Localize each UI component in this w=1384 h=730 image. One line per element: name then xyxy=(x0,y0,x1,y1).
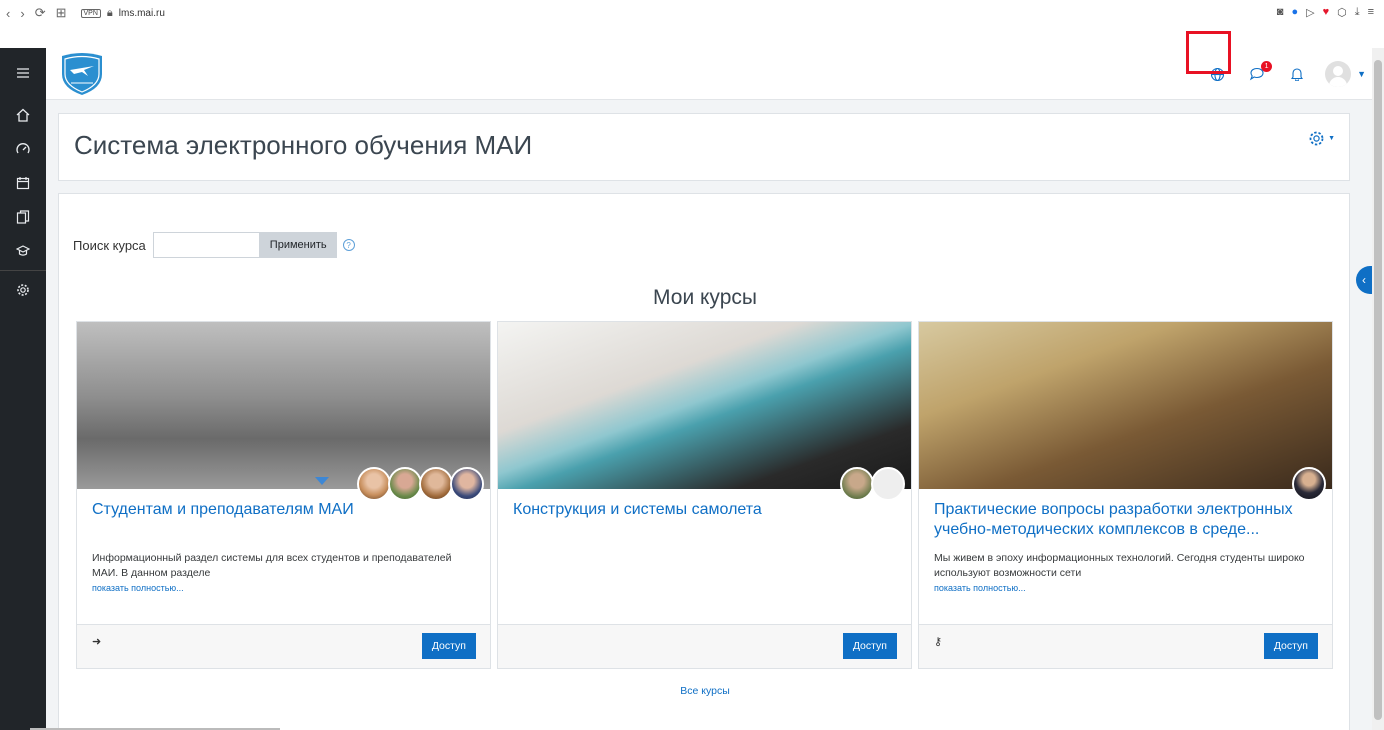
courses-icon[interactable] xyxy=(0,234,46,268)
heart-icon[interactable]: ♥ xyxy=(1323,6,1330,19)
course-summary: Информационный раздел системы для всех с… xyxy=(92,552,452,579)
cube-icon[interactable]: ⬡ xyxy=(1337,6,1347,19)
drawer-divider xyxy=(0,270,46,271)
messages-highlight-box xyxy=(1186,31,1231,74)
teacher-avatar[interactable] xyxy=(419,467,453,501)
menu-icon[interactable] xyxy=(0,48,46,98)
page-header: Система электронного обучения МАИ ▼ xyxy=(58,113,1350,181)
course-title[interactable]: Конструкция и системы самолета xyxy=(513,500,898,520)
course-description: Мы живем в эпоху информационных технолог… xyxy=(934,551,1319,596)
browser-grid-button[interactable]: ⊞ xyxy=(56,5,67,21)
course-title[interactable]: Практические вопросы разработки электрон… xyxy=(934,500,1319,540)
top-navbar: 1 ▼ xyxy=(46,48,1372,100)
course-card: Практические вопросы разработки электрон… xyxy=(918,321,1333,669)
course-description: Информационный раздел системы для всех с… xyxy=(92,551,477,596)
self-enrol-icon: ➜ xyxy=(92,636,102,648)
access-button[interactable]: Доступ xyxy=(421,633,476,659)
course-image[interactable] xyxy=(77,322,490,489)
shield-icon[interactable]: ● xyxy=(1291,6,1298,19)
course-search: Поиск курса Применить ? xyxy=(73,232,355,258)
dashboard-icon[interactable] xyxy=(0,132,46,166)
show-more-link[interactable]: показать полностью... xyxy=(934,581,1319,596)
course-card: Конструкция и системы самолета Доступ xyxy=(497,321,912,669)
section-title: Мои курсы xyxy=(653,286,757,309)
teacher-avatar[interactable] xyxy=(1292,467,1326,501)
course-footer: ➜ Доступ xyxy=(77,624,490,668)
send-icon[interactable]: ▷ xyxy=(1306,6,1314,19)
help-icon[interactable]: ? xyxy=(342,239,355,251)
lock-icon: 🔒︎ xyxy=(106,6,113,19)
all-courses-link[interactable]: Все курсы xyxy=(59,685,1351,697)
teacher-avatar[interactable] xyxy=(840,467,874,501)
page-settings-menu[interactable]: ▼ xyxy=(1308,130,1335,147)
page-title: Система электронного обучения МАИ xyxy=(74,130,533,160)
home-icon[interactable] xyxy=(0,98,46,132)
browser-menu-icon[interactable]: ≡ xyxy=(1368,6,1374,19)
browser-forward-button[interactable]: › xyxy=(20,6,24,21)
course-footer: Доступ xyxy=(498,624,911,668)
messages-button[interactable]: 1 xyxy=(1239,56,1275,92)
course-teachers xyxy=(357,467,484,501)
access-button[interactable]: Доступ xyxy=(842,633,897,659)
browser-back-button[interactable]: ‹ xyxy=(6,6,10,21)
course-search-input[interactable] xyxy=(152,232,260,258)
scrollbar-thumb[interactable] xyxy=(1374,60,1382,720)
vpn-badge[interactable]: VPN xyxy=(80,8,101,18)
user-avatar[interactable] xyxy=(1325,61,1352,87)
course-image[interactable] xyxy=(498,322,911,489)
calendar-icon[interactable] xyxy=(0,166,46,200)
content-region: Поиск курса Применить ? Мои курсы Студен… xyxy=(58,193,1350,730)
gear-icon xyxy=(1309,131,1324,146)
page-scrollbar[interactable] xyxy=(1372,48,1384,730)
access-button[interactable]: Доступ xyxy=(1263,633,1318,659)
download-icon[interactable]: ⤓ xyxy=(1355,6,1360,19)
bell-icon[interactable] xyxy=(1279,56,1315,92)
browser-reload-button[interactable]: ⟳ xyxy=(35,5,46,21)
show-more-link[interactable]: показать полностью... xyxy=(92,581,477,596)
mai-logo[interactable] xyxy=(58,52,106,96)
user-menu-caret-icon[interactable]: ▼ xyxy=(1357,69,1366,79)
key-icon: ⚷ xyxy=(934,636,943,648)
course-title[interactable]: Студентам и преподавателям МАИ xyxy=(92,500,477,520)
chevron-down-icon: ▼ xyxy=(1328,135,1335,142)
course-footer: ⚷ Доступ xyxy=(919,624,1332,668)
course-card: Студентам и преподавателям МАИ Информаци… xyxy=(76,321,491,669)
teacher-avatar[interactable] xyxy=(388,467,422,501)
nav-drawer xyxy=(0,48,46,730)
search-label: Поиск курса xyxy=(73,237,146,253)
teacher-avatar[interactable] xyxy=(871,467,905,501)
browser-toolbar: ‹ › ⟳ ⊞ VPN 🔒︎ lms.mai.ru ◙ ● ▷ ♥ ⬡ ⤓ ≡ xyxy=(0,0,1384,26)
course-teachers xyxy=(1292,467,1326,501)
message-count-badge: 1 xyxy=(1261,61,1273,72)
course-image[interactable] xyxy=(919,322,1332,489)
course-teachers xyxy=(840,467,905,501)
url-text[interactable]: lms.mai.ru xyxy=(119,8,165,19)
chevron-left-icon: ‹ xyxy=(1362,273,1366,287)
address-bar[interactable]: VPN 🔒︎ lms.mai.ru xyxy=(80,6,165,20)
teacher-avatar[interactable] xyxy=(450,467,484,501)
course-summary: Мы живем в эпоху информационных технолог… xyxy=(934,552,1305,579)
apply-button[interactable]: Применить xyxy=(259,232,337,258)
dropdown-arrow-icon[interactable] xyxy=(315,477,329,485)
course-list: Студентам и преподавателям МАИ Информаци… xyxy=(76,321,1333,669)
files-icon[interactable] xyxy=(0,200,46,234)
settings-icon[interactable] xyxy=(0,273,46,307)
camera-icon[interactable]: ◙ xyxy=(1277,6,1284,19)
teacher-avatar[interactable] xyxy=(357,467,391,501)
